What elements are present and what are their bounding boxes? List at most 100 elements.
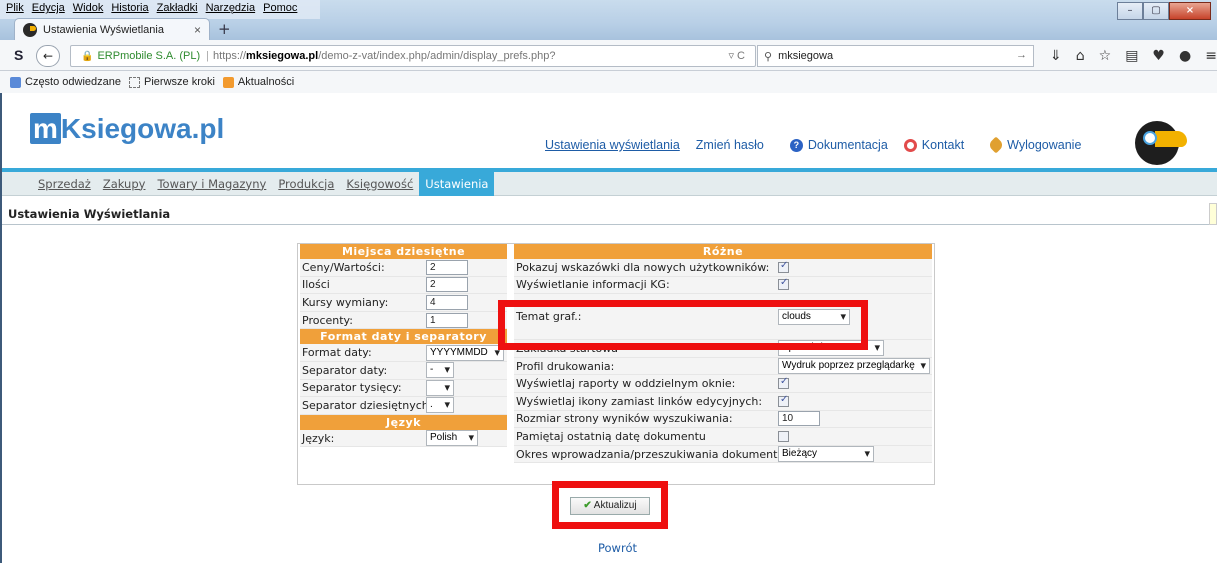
minimize-button[interactable]: – — [1117, 2, 1143, 20]
qty-label: Ilości — [302, 278, 330, 292]
hints-checkbox[interactable] — [778, 260, 789, 273]
menu-tools[interactable]: Narzędzia — [206, 2, 256, 18]
page-title-bar: Ustawienia Wyświetlania — [2, 203, 1217, 225]
contact-link[interactable]: Kontakt — [903, 138, 964, 152]
menu-history[interactable]: Historia — [111, 2, 148, 18]
print-profile-select[interactable]: Wydruk poprzez przeglądarkę — [778, 358, 930, 375]
percent-row: Procenty: 1 — [300, 311, 507, 330]
checkmark-icon: ✔ — [583, 500, 592, 511]
page-title: Ustawienia Wyświetlania — [8, 207, 171, 221]
nav-purchases[interactable]: Zakupy — [97, 172, 152, 196]
site-identity: ERPmobile S.A. (PL) — [97, 50, 201, 62]
new-tab-button[interactable]: + — [218, 20, 231, 38]
search-go-icon[interactable]: → — [1016, 49, 1027, 61]
pocket-icon[interactable]: ♥ — [1152, 48, 1165, 64]
reports-checkbox[interactable] — [778, 376, 789, 390]
display-settings-link[interactable]: Ustawienia wyświetlania — [545, 138, 680, 152]
thousand-sep-row: Separator tysięcy: — [300, 379, 507, 398]
language-label: Język: — [302, 431, 335, 445]
download-icon[interactable]: ⇓ — [1050, 48, 1062, 64]
misc-header: Różne — [514, 244, 932, 259]
page-icon — [129, 76, 141, 88]
kg-checkbox[interactable] — [778, 277, 789, 291]
menu-help[interactable]: Pomoc — [263, 2, 297, 18]
rates-row: Kursy wymiany: 4 — [300, 294, 507, 312]
percent-input[interactable]: 1 — [426, 312, 468, 328]
url-path: /demo-z-vat/index.php/admin/display_pref… — [318, 50, 556, 62]
date-format-label: Format daty: — [302, 346, 372, 360]
rss-icon — [222, 76, 234, 88]
remember-date-checkbox[interactable] — [778, 430, 789, 442]
qty-input[interactable]: 2 — [426, 277, 468, 293]
decimal-sep-select[interactable]: . — [426, 397, 454, 414]
icons-checkbox[interactable] — [778, 394, 789, 407]
search-bar[interactable]: ⚲ mksiegowa → — [757, 45, 1034, 67]
right-settings-panel: Różne Pokazuj wskazówki dla nowych użytk… — [514, 244, 932, 464]
prices-row: Ceny/Wartości: 2 — [300, 259, 507, 277]
period-select[interactable]: Bieżący — [778, 446, 874, 463]
icons-label: Wyświetlaj ikony zamiast linków edycyjny… — [516, 394, 763, 408]
toucan-favicon-icon — [23, 23, 37, 37]
window-controls: – ▢ × — [1117, 2, 1211, 20]
bookmark-label: Często odwiedzane — [25, 76, 122, 88]
toucan-logo-icon — [1135, 121, 1187, 165]
kg-label: Wyświetlanie informacji KG: — [516, 278, 670, 292]
bookmark-label: Aktualności — [237, 76, 295, 88]
chat-icon[interactable]: ● — [1179, 48, 1191, 64]
nav-accounting[interactable]: Księgowość — [340, 172, 419, 196]
page-size-input[interactable]: 10 — [778, 411, 820, 427]
tab-close-icon[interactable]: × — [194, 23, 201, 37]
bookmark-most-visited[interactable]: Często odwiedzane — [10, 76, 121, 88]
close-window-button[interactable]: × — [1169, 2, 1211, 20]
menu-file[interactable]: Plik — [6, 2, 24, 18]
language-header: Język — [300, 414, 507, 430]
nav-production[interactable]: Produkcja — [272, 172, 340, 196]
update-button-label: Aktualizuj — [593, 500, 637, 511]
menu-view[interactable]: Widok — [73, 2, 104, 18]
change-password-link[interactable]: Zmień hasło — [696, 138, 764, 152]
menu-bookmarks[interactable]: Zakładki — [157, 2, 198, 18]
language-select[interactable]: Polish — [426, 430, 478, 447]
browser-tab[interactable]: Ustawienia Wyświetlania × — [14, 18, 210, 41]
url-prefix: https:// — [213, 50, 247, 62]
back-link[interactable]: Powrót — [598, 541, 637, 555]
logout-label: Wylogowanie — [1007, 138, 1082, 152]
period-label: Okres wprowadzania/przeszukiwania dokume… — [516, 447, 797, 461]
bookmark-star-icon[interactable]: ☆ — [1099, 48, 1112, 64]
menu-edit[interactable]: Edycja — [32, 2, 65, 18]
bookmark-news[interactable]: Aktualności — [222, 76, 295, 88]
language-row: Język: Polish — [300, 429, 507, 448]
nav-settings[interactable]: Ustawienia — [419, 171, 495, 196]
reload-icon[interactable]: ▿ C — [728, 49, 745, 62]
url-bar[interactable]: 🔒 ERPmobile S.A. (PL) | https:// mksiego… — [70, 45, 756, 67]
date-sep-select[interactable]: - — [426, 362, 454, 379]
bookmark-label: Pierwsze kroki — [144, 76, 215, 88]
url-separator: | — [206, 50, 210, 62]
documentation-link[interactable]: ? Dokumentacja — [789, 138, 888, 152]
prices-label: Ceny/Wartości: — [302, 260, 385, 274]
nav-sales[interactable]: Sprzedaż — [32, 172, 97, 196]
prices-input[interactable]: 2 — [426, 259, 468, 275]
maximize-button[interactable]: ▢ — [1143, 2, 1169, 20]
remember-date-label: Pamiętaj ostatnią datę dokumentu — [516, 429, 706, 443]
home-icon[interactable]: ⌂ — [1076, 48, 1085, 64]
reading-list-icon[interactable]: ▤ — [1125, 48, 1138, 64]
thousand-sep-select[interactable] — [426, 379, 454, 396]
decimal-sep-label: Separator dziesiętnych: — [302, 398, 433, 412]
percent-label: Procenty: — [302, 313, 353, 327]
back-button[interactable]: ← — [36, 45, 60, 67]
search-input[interactable]: mksiegowa — [778, 50, 833, 62]
update-button[interactable]: ✔ Aktualizuj — [570, 497, 650, 515]
kg-row: Wyświetlanie informacji KG: — [514, 276, 932, 295]
nav-inventory[interactable]: Towary i Magazyny — [151, 172, 272, 196]
main-navigation: Sprzedaż Zakupy Towary i Magazyny Produk… — [2, 171, 1217, 196]
page-size-row: Rozmiar strony wyników wyszukiwania: 10 — [514, 410, 932, 429]
rates-input[interactable]: 4 — [426, 294, 468, 310]
bookmark-getting-started[interactable]: Pierwsze kroki — [129, 76, 215, 88]
date-format-select[interactable]: YYYYMMDD — [426, 344, 504, 361]
site-logo[interactable]: m Ksiegowa.pl — [30, 113, 224, 145]
menu-icon[interactable]: ≡ — [1205, 48, 1217, 64]
date-format-header: Format daty i separatory — [300, 329, 507, 345]
sync-icon[interactable]: S — [14, 47, 23, 63]
logout-link[interactable]: Wylogowanie — [987, 136, 1082, 154]
